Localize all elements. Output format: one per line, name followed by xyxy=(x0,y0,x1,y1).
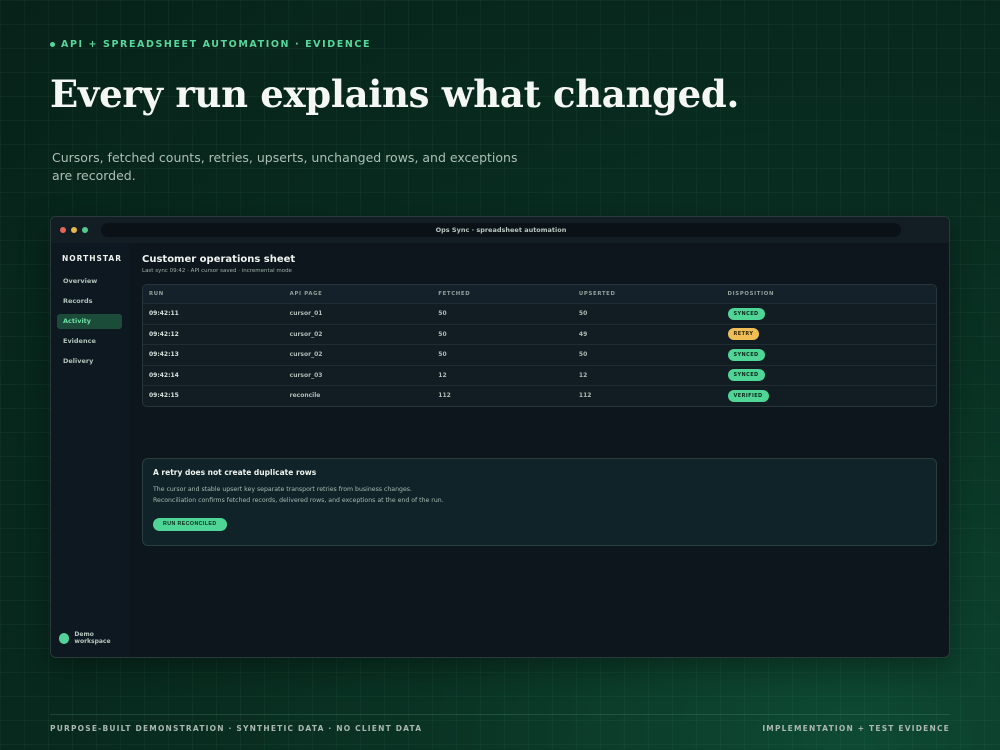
run-time: 09:42:12 xyxy=(149,330,179,338)
upserted-count: 50 xyxy=(578,310,588,318)
table-row[interactable]: 09:42:15 reconcile 112 112 VERIFIED xyxy=(143,385,936,406)
upserted-count: 12 xyxy=(578,371,588,379)
info-card: A retry does not create duplicate rows T… xyxy=(142,458,937,546)
table-row[interactable]: 09:42:13 cursor_02 50 50 SYNCED xyxy=(143,344,936,365)
run-time: 09:42:14 xyxy=(149,371,179,379)
upserted-count: 112 xyxy=(578,392,592,400)
sync-status: Last sync 09:42 · API cursor saved · inc… xyxy=(142,268,292,274)
api-page: reconcile xyxy=(289,392,321,400)
column-header-disposition[interactable]: DISPOSITION xyxy=(722,291,936,297)
status-badge: SYNCED xyxy=(727,307,765,320)
fetched-count: 50 xyxy=(438,351,447,359)
column-header-fetched[interactable]: FETCHED xyxy=(432,291,573,297)
avatar xyxy=(59,632,70,644)
run-time: 09:42:15 xyxy=(149,392,179,400)
bullet-dot-icon xyxy=(50,42,55,47)
sidebar-item-overview[interactable]: Overview xyxy=(57,274,122,289)
address-bar[interactable]: Ops Sync · spreadsheet automation xyxy=(101,223,901,237)
sidebar-nav: Overview Records Activity Evidence Deliv… xyxy=(57,274,122,374)
fetched-count: 50 xyxy=(438,310,447,318)
hero-subtitle: Cursors, fetched counts, retries, upsert… xyxy=(52,150,518,183)
column-header-run[interactable]: RUN xyxy=(143,291,284,297)
page-title: Customer operations sheet xyxy=(142,254,296,265)
status-badge: SYNCED xyxy=(727,348,765,361)
table-row[interactable]: 09:42:12 cursor_02 50 49 RETRY xyxy=(143,323,936,345)
hero-title: Every run explains what changed. xyxy=(50,72,740,116)
fetched-count: 112 xyxy=(438,392,451,400)
column-header-upserted[interactable]: UPSERTED xyxy=(573,291,722,297)
sidebar-item-records[interactable]: Records xyxy=(57,294,122,309)
footer-right-text: IMPLEMENTATION + TEST EVIDENCE xyxy=(762,724,950,733)
column-header-api-page[interactable]: API PAGE xyxy=(284,291,433,297)
eyebrow: API + SPREADSHEET AUTOMATION · EVIDENCE xyxy=(50,39,371,50)
fetched-count: 12 xyxy=(438,371,447,379)
upserted-count: 49 xyxy=(578,330,588,338)
upserted-count: 50 xyxy=(578,351,588,359)
sidebar-item-activity[interactable]: Activity xyxy=(57,314,122,329)
status-badge: VERIFIED xyxy=(727,389,769,402)
main-content: Customer operations sheet Last sync 09:4… xyxy=(142,243,937,657)
info-card-title: A retry does not create duplicate rows xyxy=(153,468,317,477)
maximize-window-icon[interactable] xyxy=(82,227,88,233)
status-badge: RETRY xyxy=(727,328,760,341)
workspace-label: Demo workspace xyxy=(74,631,111,645)
sidebar: NORTHSTAR Overview Records Activity Evid… xyxy=(51,243,129,657)
run-time: 09:42:11 xyxy=(149,310,179,318)
footer-left-text: PURPOSE-BUILT DEMONSTRATION · SYNTHETIC … xyxy=(50,724,423,733)
workspace-switcher[interactable]: Demo workspace xyxy=(59,631,129,645)
brand-logo: NORTHSTAR xyxy=(62,254,122,263)
run-time: 09:42:13 xyxy=(149,351,179,359)
app-window: Ops Sync · spreadsheet automation NORTHS… xyxy=(50,216,950,658)
status-badge: SYNCED xyxy=(727,369,765,382)
api-page: cursor_03 xyxy=(289,371,323,379)
sidebar-item-delivery[interactable]: Delivery xyxy=(57,354,122,369)
table-row[interactable]: 09:42:14 cursor_03 12 12 SYNCED xyxy=(143,364,936,386)
sidebar-item-evidence[interactable]: Evidence xyxy=(57,334,122,349)
api-page: cursor_02 xyxy=(289,351,323,359)
fetched-count: 50 xyxy=(438,330,447,338)
minimize-window-icon[interactable] xyxy=(71,227,77,233)
table-header: RUN API PAGE FETCHED UPSERTED DISPOSITIO… xyxy=(143,285,936,303)
eyebrow-label: API + SPREADSHEET AUTOMATION · EVIDENCE xyxy=(61,39,372,50)
close-window-icon[interactable] xyxy=(60,227,66,233)
run-reconciled-button[interactable]: RUN RECONCILED xyxy=(153,518,227,531)
api-page: cursor_02 xyxy=(289,330,323,338)
info-card-body: The cursor and stable upsert key separat… xyxy=(153,486,444,504)
api-page: cursor_01 xyxy=(289,310,323,318)
footer-divider xyxy=(50,714,950,715)
runs-table: RUN API PAGE FETCHED UPSERTED DISPOSITIO… xyxy=(142,284,937,407)
table-row[interactable]: 09:42:11 cursor_01 50 50 SYNCED xyxy=(143,303,936,324)
window-titlebar: Ops Sync · spreadsheet automation xyxy=(51,217,949,243)
